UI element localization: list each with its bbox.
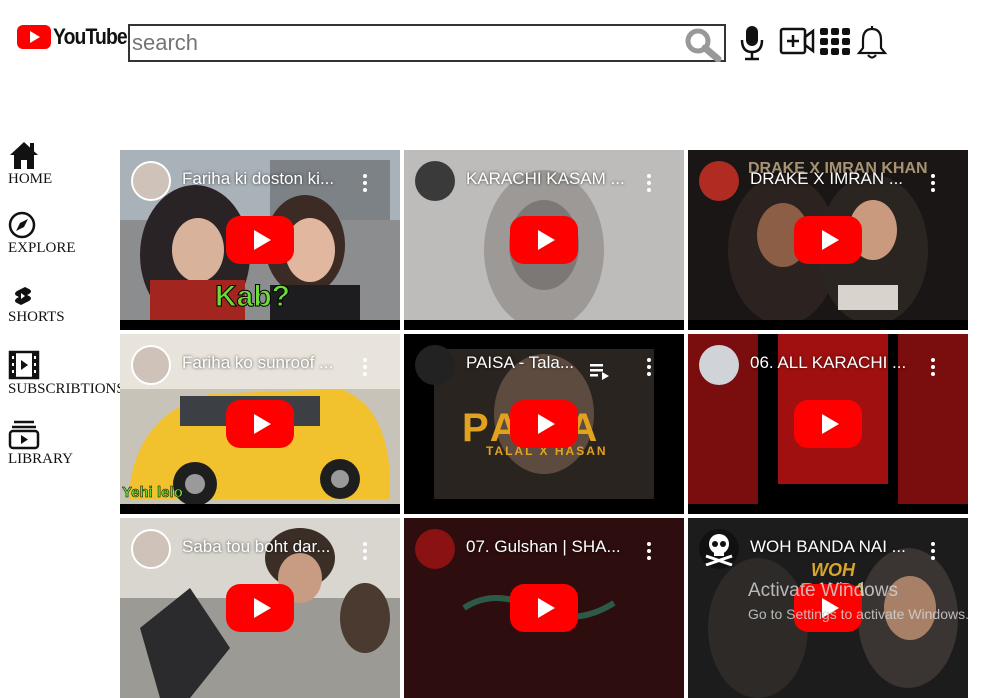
film-icon <box>8 350 40 380</box>
video-card[interactable]: Saba tou boht dar... <box>120 518 400 698</box>
create-video-icon[interactable] <box>779 26 815 56</box>
sidebar-item-subscriptions[interactable]: SUBSCRIBTIONS <box>8 350 125 398</box>
video-title[interactable]: 07. Gulshan | SHA... <box>466 537 651 557</box>
sidebar-item-library[interactable]: LIBRARY <box>8 420 123 468</box>
channel-avatar[interactable] <box>131 529 171 569</box>
video-card[interactable]: PAISA TALAL X HASAN PAISA - Tala... <box>404 334 684 514</box>
sidebar-label: LIBRARY <box>8 451 74 467</box>
more-options-icon[interactable] <box>931 358 935 379</box>
more-options-icon[interactable] <box>647 174 651 195</box>
more-options-icon[interactable] <box>363 174 367 195</box>
channel-avatar[interactable] <box>415 161 455 201</box>
play-button-icon[interactable] <box>510 216 578 264</box>
sidebar-label: SHORTS <box>8 309 65 325</box>
video-card[interactable]: DRAKE X IMRAN KHAN DRAKE X IMRAN ... <box>688 150 968 330</box>
channel-avatar[interactable] <box>699 345 739 385</box>
channel-avatar[interactable] <box>131 161 171 201</box>
skull-icon <box>705 534 733 566</box>
apps-grid-icon[interactable] <box>819 27 851 57</box>
more-options-icon[interactable] <box>647 358 651 379</box>
sidebar-label: HOME <box>8 171 53 187</box>
shorts-icon <box>15 287 31 305</box>
video-card[interactable]: Kab? Fariha ki doston ki... <box>120 150 400 330</box>
compass-icon <box>8 211 36 239</box>
sidebar-item-explore[interactable]: EXPLORE <box>8 211 123 257</box>
playlist-icon[interactable] <box>590 362 610 380</box>
bell-icon[interactable] <box>856 26 888 60</box>
more-options-icon[interactable] <box>647 542 651 563</box>
play-button-icon[interactable] <box>510 584 578 632</box>
channel-avatar[interactable] <box>131 345 171 385</box>
play-button-icon[interactable] <box>226 584 294 632</box>
library-icon <box>8 420 40 450</box>
video-title[interactable]: Fariha ki doston ki... <box>182 169 367 189</box>
youtube-logo[interactable]: YouTube <box>17 24 137 50</box>
video-title[interactable]: WOH BANDA NAI ... <box>750 537 935 557</box>
more-options-icon[interactable] <box>931 542 935 563</box>
play-button-icon[interactable] <box>794 584 862 632</box>
channel-avatar[interactable] <box>415 529 455 569</box>
play-button-icon[interactable] <box>794 216 862 264</box>
video-title[interactable]: Fariha ko sunroof ... <box>182 353 367 373</box>
video-card[interactable]: WOH BANDA WOH BANDA NAI ... <box>688 518 968 698</box>
video-card[interactable]: Yehi lelo Fariha ko sunroof ... <box>120 334 400 514</box>
play-button-icon[interactable] <box>794 400 862 448</box>
more-options-icon[interactable] <box>363 358 367 379</box>
video-title[interactable]: 06. ALL KARACHI ... <box>750 353 935 373</box>
logo-text: YouTube <box>53 24 128 49</box>
video-card[interactable]: 06. ALL KARACHI ... <box>688 334 968 514</box>
home-icon <box>10 142 38 169</box>
play-button-icon[interactable] <box>226 216 294 264</box>
sidebar-item-shorts[interactable]: SHORTS <box>8 284 123 326</box>
thumbnail-text: Kab? <box>215 280 291 314</box>
thumbnail-text: Yehi lelo <box>122 484 183 502</box>
sidebar-label: EXPLORE <box>8 240 76 256</box>
youtube-logo-icon <box>17 25 51 49</box>
search-icon[interactable] <box>682 26 724 62</box>
search-bar <box>128 24 726 62</box>
video-card[interactable]: 07. Gulshan | SHA... <box>404 518 684 698</box>
search-input[interactable] <box>132 28 672 58</box>
video-title[interactable]: KARACHI KASAM ... <box>466 169 651 189</box>
video-title[interactable]: PAISA - Tala... <box>466 353 576 373</box>
channel-avatar[interactable] <box>699 161 739 201</box>
mic-icon[interactable] <box>740 24 764 62</box>
video-card[interactable]: KARACHI KASAM ... <box>404 150 684 330</box>
sidebar-label: SUBSCRIBTIONS <box>8 381 125 397</box>
video-title[interactable]: Saba tou boht dar... <box>182 537 367 557</box>
more-options-icon[interactable] <box>363 542 367 563</box>
video-title[interactable]: DRAKE X IMRAN ... <box>750 169 935 189</box>
play-button-icon[interactable] <box>226 400 294 448</box>
play-button-icon[interactable] <box>510 400 578 448</box>
more-options-icon[interactable] <box>931 174 935 195</box>
channel-avatar[interactable] <box>415 345 455 385</box>
sidebar-item-home[interactable]: HOME <box>8 140 123 188</box>
